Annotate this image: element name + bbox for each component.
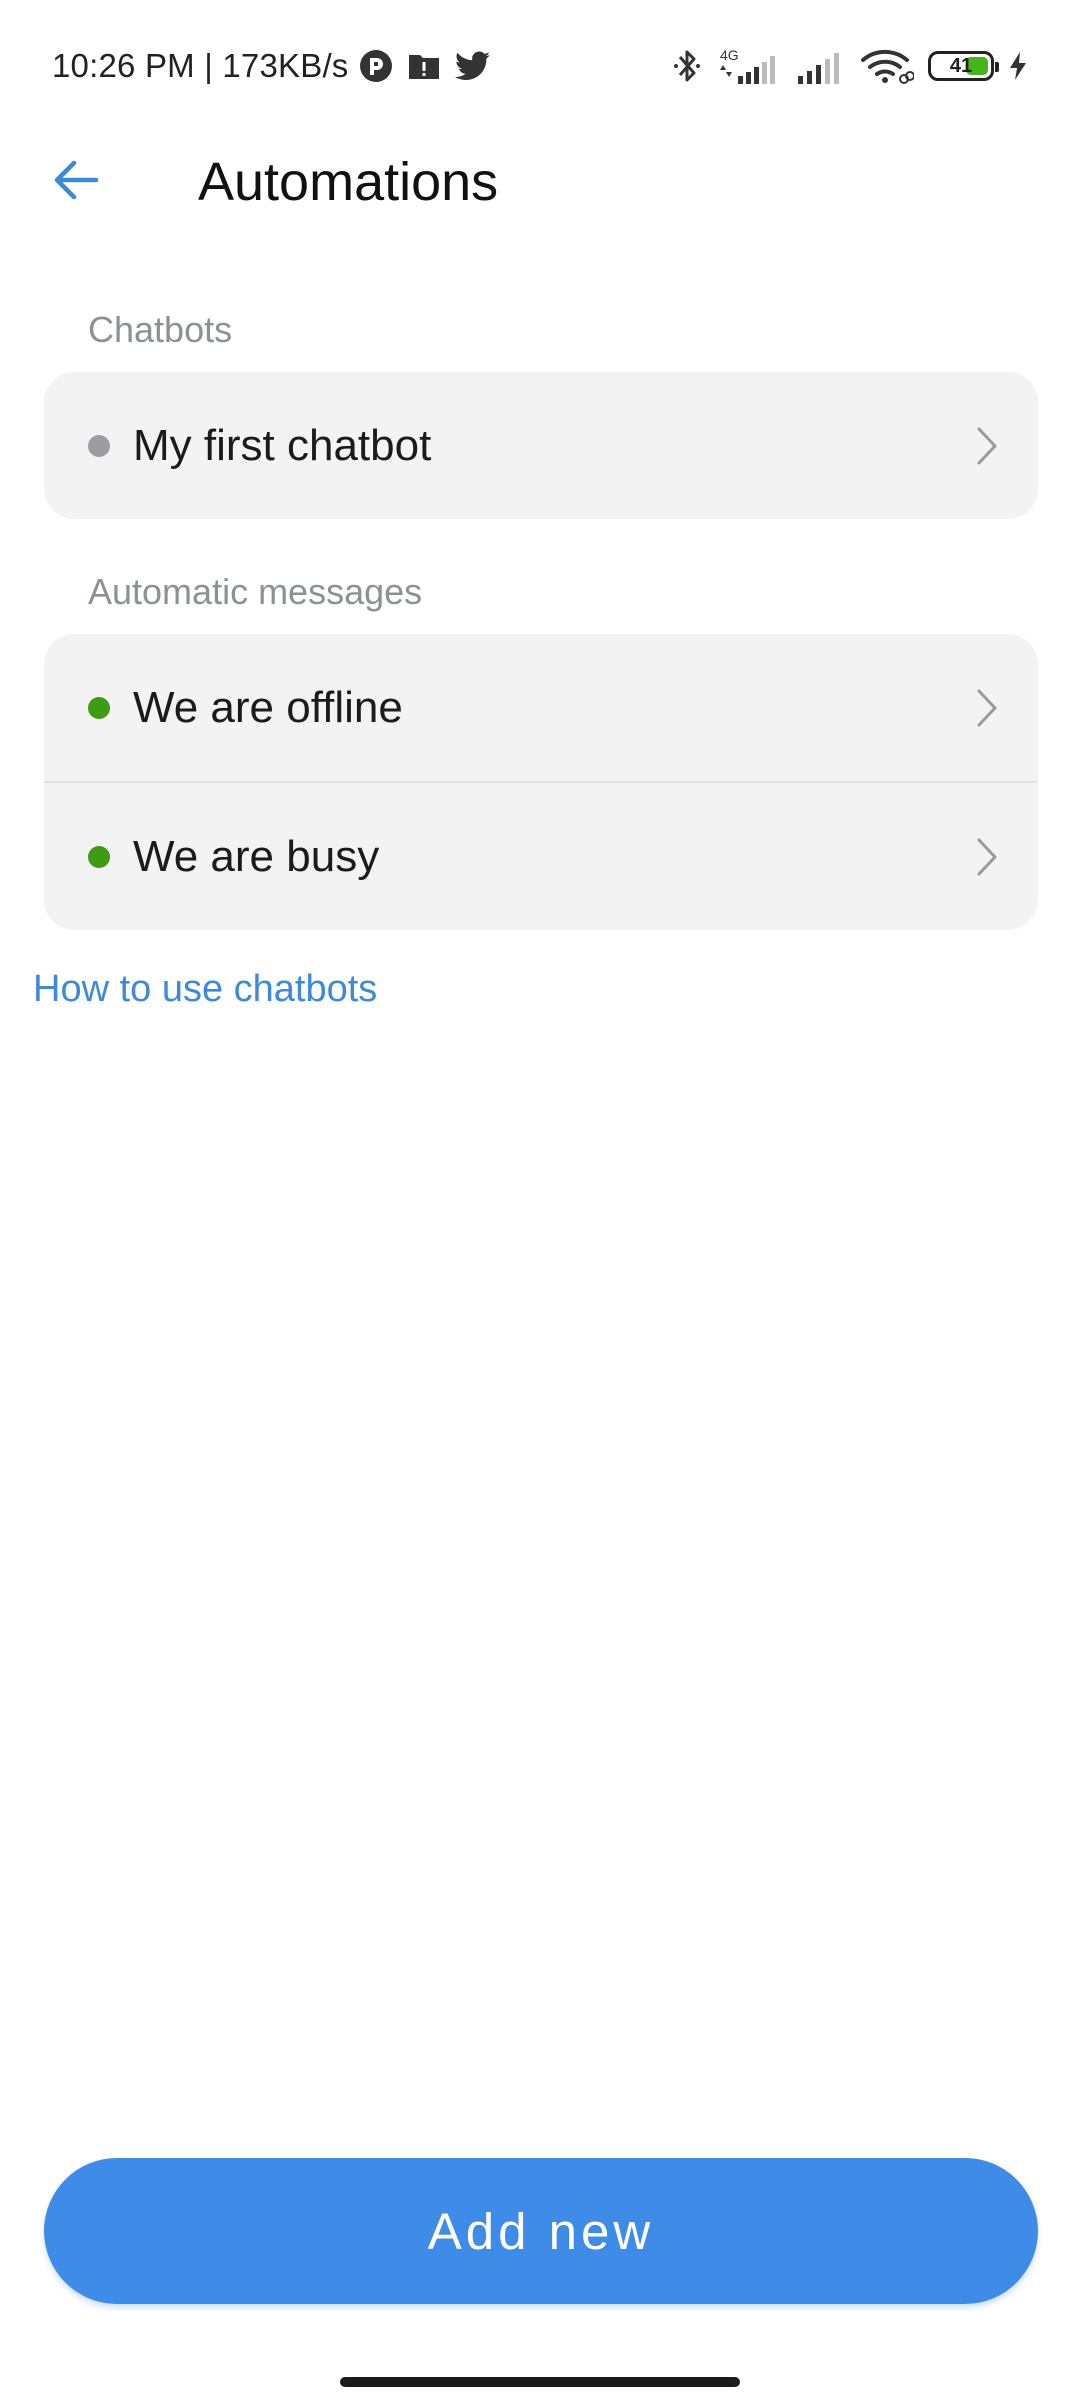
status-bar-right: 4G 41 [672,44,1028,88]
automatic-message-name: We are offline [133,682,403,732]
automatic-message-name: We are busy [133,831,380,881]
chatbot-row-my-first-chatbot[interactable]: My first chatbot [44,372,1038,519]
chatbots-card: My first chatbot [44,372,1038,519]
page-title: Automations [198,152,499,212]
arrow-left-icon [52,158,100,207]
section-header-chatbots: Chatbots [88,309,233,350]
add-new-button[interactable]: Add new [44,2158,1038,2304]
status-time: 10:26 PM | 173KB/s [52,47,349,84]
google-drive-alert-icon [407,51,441,81]
cellular-4g-icon: 4G [716,46,782,86]
automatic-message-row-busy[interactable]: We are busy [44,781,1038,930]
how-to-use-chatbots-link[interactable]: How to use chatbots [33,964,377,1014]
chevron-right-icon [972,424,1002,468]
status-dot-active [88,845,110,868]
chatbot-name: My first chatbot [133,420,432,470]
automatic-message-row-offline[interactable]: We are offline [44,634,1038,781]
network-type-label: 4G [720,47,739,63]
charging-bolt-icon [1008,51,1028,81]
battery-tip [995,62,999,72]
bluetooth-icon [672,47,702,85]
home-indicator[interactable] [340,2377,740,2387]
wifi-icon [860,46,914,86]
back-button[interactable] [40,150,112,214]
status-bar: 10:26 PM | 173KB/s 4G 41 [0,0,1080,130]
pocketcasts-icon [359,49,393,83]
section-header-automatic-messages: Automatic messages [88,571,423,612]
chevron-right-icon [972,835,1002,879]
twitter-icon [454,51,491,81]
battery-level: 41 [949,55,973,77]
status-dot-inactive [88,434,110,457]
app-bar: Automations [0,130,1080,234]
status-dot-active [88,696,110,719]
chevron-right-icon [972,686,1002,730]
cellular-signal-icon [796,46,846,86]
automatic-messages-card: We are offline We are busy [44,634,1038,930]
battery-indicator: 41 [928,51,999,81]
status-bar-left: 10:26 PM | 173KB/s [52,44,491,88]
status-app-icons [359,49,491,83]
